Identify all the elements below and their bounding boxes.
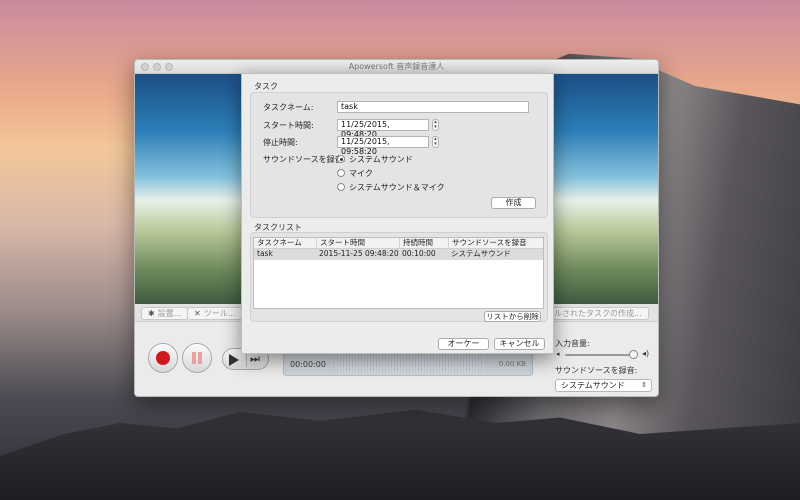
radio-microphone-label: マイク	[349, 169, 373, 178]
tools-label: ツール...	[203, 309, 236, 318]
task-name-label: タスクネーム:	[263, 103, 314, 112]
task-list-group: タスクネーム スタート時間 持続時間 サウンドソースを録音 task 2015-…	[250, 232, 548, 322]
column-header-task-name[interactable]: タスクネーム	[257, 238, 302, 248]
select-arrows-icon: ⇕	[641, 381, 647, 389]
speaker-high-icon: ◂)	[642, 349, 650, 358]
cell-task-name: task	[257, 249, 273, 258]
volume-slider-track[interactable]	[565, 354, 637, 356]
volume-label: 入力音量:	[555, 339, 590, 348]
task-group: タスクネーム: task スタート時間: 11/25/2015, 09:48:2…	[250, 92, 548, 218]
window-titlebar: Apowersoft 音声録音達人	[135, 60, 658, 74]
column-header-start-time[interactable]: スタート時間	[316, 238, 365, 248]
tools-button[interactable]: ✕ ツール...	[187, 307, 243, 320]
speaker-low-icon: ◂	[556, 350, 560, 358]
column-header-source[interactable]: サウンドソースを録音	[448, 238, 527, 248]
zoom-window-button[interactable]	[165, 63, 173, 71]
wrench-icon: ✕	[194, 309, 201, 318]
column-header-duration[interactable]: 持続時間	[399, 238, 433, 248]
remove-from-list-button[interactable]: リストから削除	[484, 311, 541, 322]
settings-label: 設置...	[157, 309, 182, 318]
task-dialog: タスク タスクネーム: task スタート時間: 11/25/2015, 09:…	[241, 73, 554, 354]
radio-system-and-mic-label: システムサウンド＆マイク	[349, 183, 445, 192]
stop-time-input[interactable]: 11/25/2015, 09:58:20	[337, 136, 429, 156]
close-window-button[interactable]	[141, 63, 149, 71]
stop-time-label: 停止時間:	[263, 138, 298, 147]
file-size: 0.00 KB	[498, 360, 526, 368]
cell-start-time: 2015-11-25 09:48:20	[319, 249, 399, 258]
start-time-label: スタート時間:	[263, 121, 314, 130]
table-row[interactable]: task 2015-11-25 09:48:20 00:10:00 システムサウ…	[254, 249, 543, 260]
dialog-source-label: サウンドソースを録音:	[263, 155, 346, 164]
scheduled-task-button[interactable]: ールされたタスクの作成...	[539, 307, 649, 320]
gear-icon: ✱	[148, 309, 155, 318]
window-title: Apowersoft 音声録音達人	[348, 62, 445, 71]
task-name-input[interactable]: task	[337, 101, 529, 113]
pause-button[interactable]	[182, 343, 212, 373]
play-icon[interactable]	[229, 354, 239, 366]
radio-system-sound[interactable]: システムサウンド	[337, 154, 413, 165]
record-button[interactable]	[148, 343, 178, 373]
table-header: タスクネーム スタート時間 持続時間 サウンドソースを録音	[254, 238, 543, 249]
radio-microphone[interactable]: マイク	[337, 168, 373, 179]
radio-system-sound-label: システムサウンド	[349, 155, 413, 164]
radio-unselected-icon	[337, 169, 345, 177]
stop-time-stepper[interactable]: ▴ ▾	[432, 136, 439, 148]
source-select[interactable]: システムサウンド ⇕	[555, 379, 652, 392]
start-time-stepper[interactable]: ▴ ▾	[432, 119, 439, 131]
cancel-button[interactable]: キャンセル	[494, 338, 545, 350]
elapsed-time: 00:00:00	[290, 360, 326, 369]
source-label: サウンドソースを録音:	[555, 366, 638, 375]
task-table: タスクネーム スタート時間 持続時間 サウンドソースを録音 task 2015-…	[253, 237, 544, 309]
settings-button[interactable]: ✱ 設置...	[141, 307, 189, 320]
source-select-value: システムサウンド	[561, 381, 625, 390]
radio-unselected-icon	[337, 183, 345, 191]
volume-slider-knob[interactable]	[629, 350, 638, 359]
skip-next-icon[interactable]: ⏭	[250, 353, 260, 365]
radio-system-and-mic[interactable]: システムサウンド＆マイク	[337, 182, 445, 193]
task-group-title: タスク	[254, 82, 278, 91]
scheduled-task-label: ールされたタスクの作成...	[546, 309, 642, 318]
create-button[interactable]: 作成	[491, 197, 536, 209]
cell-source: システムサウンド	[451, 249, 511, 258]
cell-duration: 00:10:00	[402, 249, 436, 258]
minimize-window-button[interactable]	[153, 63, 161, 71]
ok-button[interactable]: オーケー	[438, 338, 489, 350]
radio-selected-icon	[337, 155, 345, 163]
start-time-input[interactable]: 11/25/2015, 09:48:20	[337, 119, 429, 139]
